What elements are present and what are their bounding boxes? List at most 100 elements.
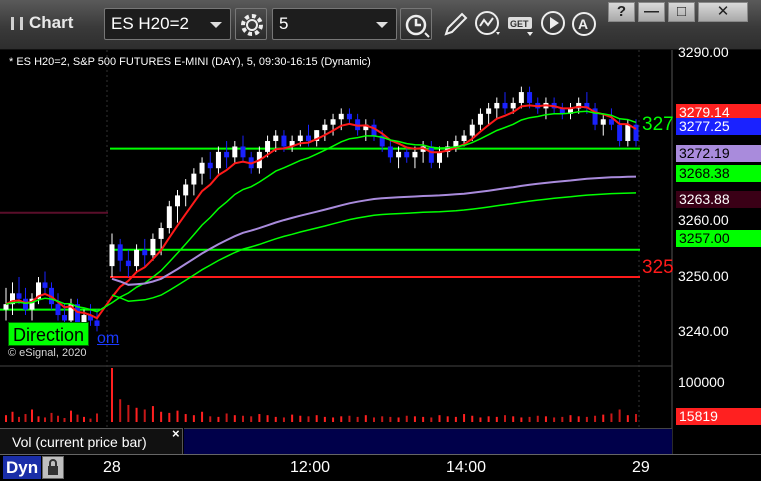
copyright: © eSignal, 2020 (8, 347, 87, 359)
study-label: * ES H20=2, S&P 500 FUTURES E-MINI (DAY)… (9, 56, 371, 68)
candle-body (453, 141, 459, 147)
candle-body (183, 184, 189, 196)
indicator-lines (5, 104, 637, 320)
play-icon (541, 11, 565, 35)
volume-bar (44, 417, 46, 422)
candle-body (338, 113, 344, 120)
chevron-down-icon (376, 22, 388, 28)
candle-body (125, 260, 131, 267)
axis-tick-3250: 3250.00 (678, 268, 729, 284)
volume-bar (332, 417, 335, 422)
time-tick-1200: 12:00 (290, 459, 331, 476)
volume-bar (340, 416, 343, 422)
volume-bar (348, 415, 351, 422)
volume-bar (83, 416, 85, 422)
candle-body (306, 135, 311, 142)
chevron-down-icon (210, 22, 222, 28)
candle-body (166, 206, 172, 229)
candles (3, 86, 639, 337)
interval-combo[interactable]: 5 (272, 8, 397, 40)
candle-body (404, 151, 410, 158)
draw-tool-button[interactable] (438, 8, 472, 40)
volume-tag-last: 15819 (676, 408, 761, 425)
get-icon: GET (508, 17, 533, 36)
time-button[interactable] (400, 8, 432, 40)
candle-body (502, 102, 508, 109)
candle-body (199, 162, 205, 174)
symbol-combo[interactable]: ES H20=2 (104, 8, 231, 40)
help-button[interactable]: ? (608, 2, 635, 22)
time-tick-1400: 14:00 (446, 459, 487, 476)
green-line-label: 327 (642, 114, 674, 135)
volume-bar (479, 417, 482, 422)
maximize-button[interactable]: □ (668, 2, 695, 22)
candle-body (232, 146, 238, 158)
volume-bar (323, 416, 326, 422)
volume-bar (192, 415, 195, 422)
volume-bar (446, 416, 449, 422)
interval-value: 5 (279, 14, 289, 33)
volume-bar (577, 416, 580, 422)
grip-icon[interactable] (11, 17, 23, 30)
candle-body (16, 293, 22, 299)
volume-bar (405, 415, 408, 422)
volume-bar (63, 418, 66, 422)
svg-text:A: A (578, 16, 588, 32)
volume-bar (176, 410, 179, 422)
time-tick-29: 29 (632, 459, 650, 476)
volume-bar (233, 415, 236, 422)
volume-bar (520, 417, 523, 422)
volume-pane-strip (184, 428, 672, 454)
volume-bar (381, 416, 384, 422)
volume-bar (299, 415, 302, 422)
level-lines (0, 147, 640, 311)
candle-body (396, 151, 402, 158)
lock-icon[interactable] (42, 456, 64, 479)
direction-link[interactable]: om (97, 330, 119, 348)
volume-bar (430, 417, 433, 422)
volume-bar (585, 416, 588, 422)
volume-bar (356, 416, 359, 422)
volume-bar (127, 404, 130, 422)
candle-body (625, 124, 631, 142)
price-chart[interactable] (0, 50, 761, 454)
volume-bar (11, 411, 14, 422)
annotate-button[interactable]: A (570, 8, 604, 40)
volume-bar (602, 414, 605, 422)
candle-body (346, 113, 352, 120)
volume-bar (471, 415, 474, 422)
candle-body (617, 124, 623, 142)
candle-body (428, 146, 434, 163)
volume-bar (151, 406, 154, 422)
price-tag-green-upper: 3268.38 (676, 165, 761, 182)
volume-bar (70, 410, 72, 422)
volume-bar (635, 414, 637, 422)
price-tag-maroon: 3263.88 (676, 191, 761, 208)
candle-body (117, 244, 123, 261)
volume-bar (610, 413, 613, 422)
volume-bar (594, 415, 597, 422)
play-button[interactable] (538, 8, 572, 40)
volume-bar (168, 412, 171, 422)
get-button[interactable]: GET (505, 8, 539, 40)
candle-body (281, 135, 287, 147)
volume-bar (291, 414, 294, 422)
volume-tick-100000: 100000 (678, 374, 725, 390)
volume-bar (569, 415, 572, 422)
close-icon[interactable]: × (172, 426, 180, 441)
volume-bar (364, 415, 367, 422)
close-button[interactable]: ✕ (698, 2, 748, 22)
volume-bar (512, 416, 515, 422)
candle-body (191, 173, 197, 185)
dynamic-button[interactable]: Dyn (3, 456, 41, 479)
volume-bar (135, 407, 138, 422)
volume-bar (209, 416, 212, 422)
gear-icon (241, 14, 263, 36)
volume-bar (266, 415, 269, 422)
candle-body (297, 135, 303, 142)
study-button[interactable] (472, 8, 506, 40)
minimize-button[interactable]: — (638, 2, 665, 22)
volume-bar (50, 412, 53, 422)
candle-body (134, 249, 140, 267)
settings-button[interactable] (235, 8, 267, 40)
